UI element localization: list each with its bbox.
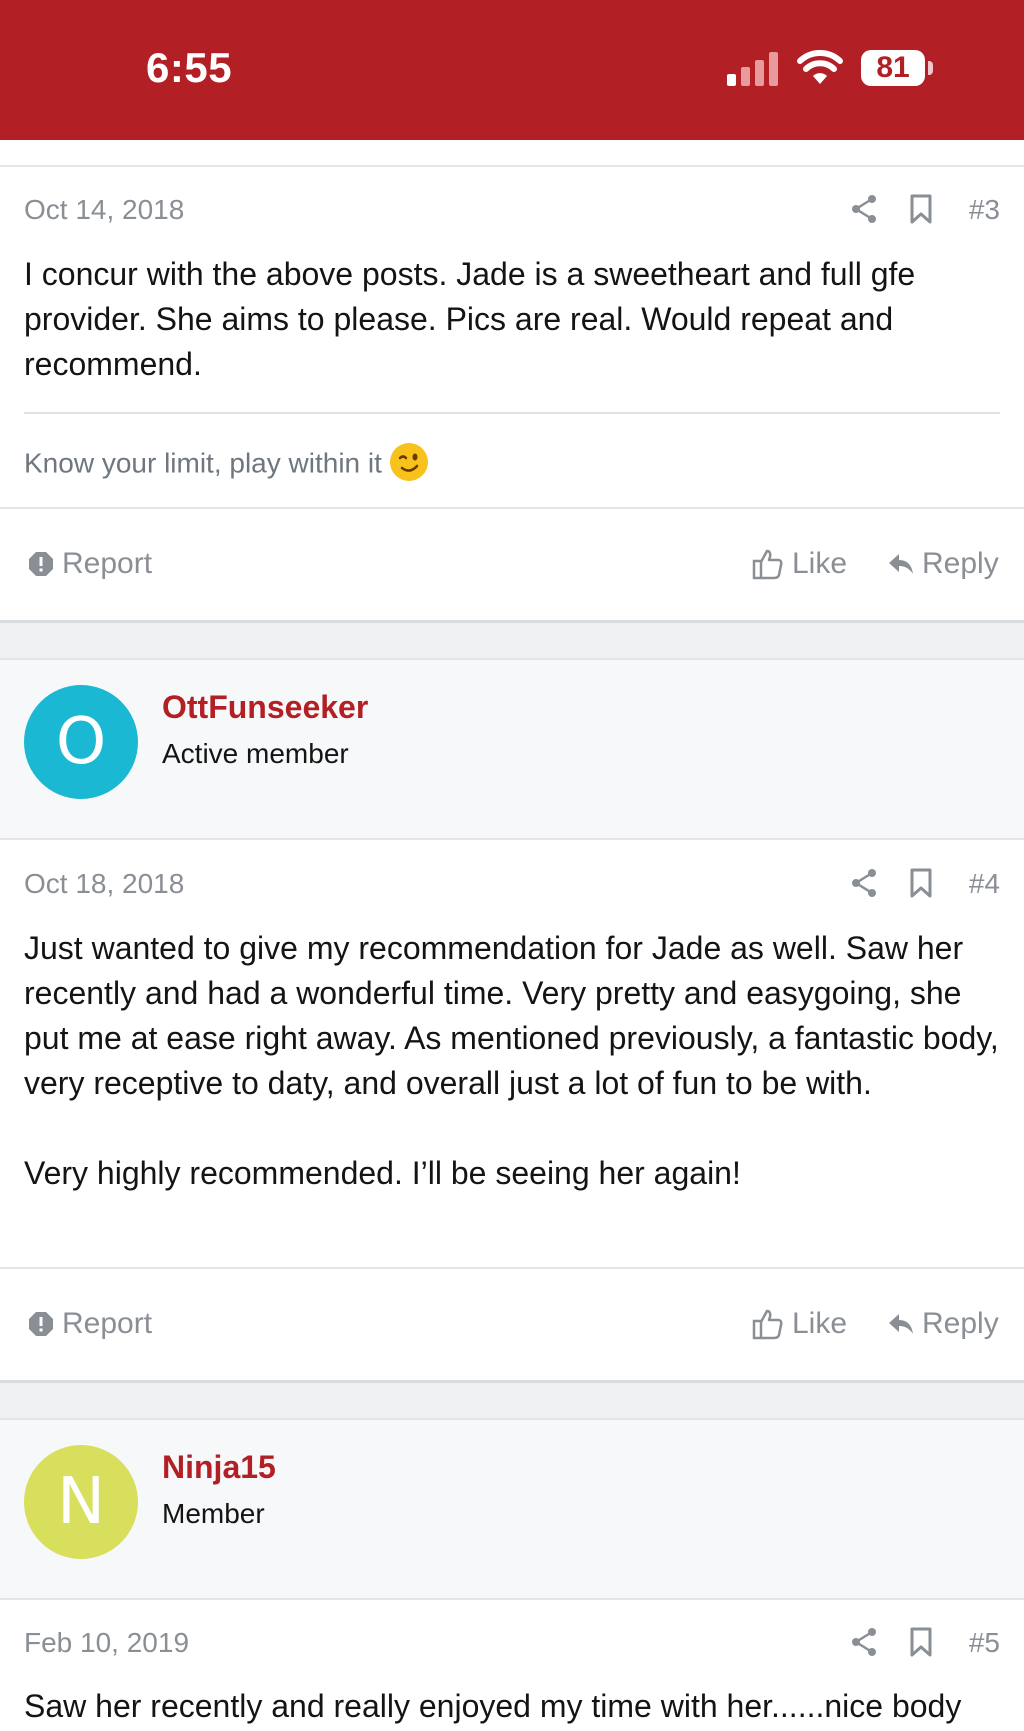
post-number[interactable]: #5 [969, 1627, 1000, 1659]
post-number[interactable]: #4 [969, 868, 1000, 900]
post-meta: Oct 14, 2018 #3 [24, 194, 1000, 234]
post-separator [0, 1380, 1024, 1418]
bookmark-icon[interactable] [909, 194, 933, 224]
avatar[interactable]: N [24, 1445, 138, 1559]
post-actions: Report Like Reply [0, 534, 1024, 594]
like-label: Like [792, 547, 848, 580]
divider [0, 165, 1024, 167]
like-label: Like [792, 1307, 848, 1340]
post-author-header: N Ninja15 Member [0, 1418, 1024, 1600]
bookmark-icon[interactable] [909, 1627, 933, 1657]
thumbs-up-icon [752, 549, 783, 580]
post-paragraph: I concur with the above posts. Jade is a… [24, 256, 916, 382]
share-icon[interactable] [850, 1627, 878, 1657]
report-icon [29, 1312, 53, 1336]
thumbs-up-icon [752, 1309, 783, 1340]
reply-icon [889, 554, 913, 574]
report-label: Report [62, 547, 153, 580]
username[interactable]: Ninja15 [162, 1449, 276, 1486]
share-icon[interactable] [850, 194, 878, 224]
report-icon [29, 552, 53, 576]
post-actions: Report Like Reply [0, 1294, 1024, 1354]
signature-text: Know your limit, play within it [24, 447, 382, 479]
status-time: 6:55 [146, 44, 233, 91]
post-body: I concur with the above posts. Jade is a… [24, 252, 1000, 387]
avatar[interactable]: O [24, 685, 138, 799]
post-separator [0, 620, 1024, 658]
post-author-header: O OttFunseeker Active member [0, 658, 1024, 840]
wifi-icon [797, 50, 843, 84]
report-button[interactable]: Report [28, 1294, 152, 1354]
battery-indicator: 81 [861, 50, 933, 86]
post-body: Just wanted to give my recommendation fo… [24, 926, 1000, 1196]
post-paragraph: Saw her recently and really enjoyed my t… [24, 1688, 962, 1724]
reply-button[interactable]: Reply [888, 534, 999, 594]
signature-divider [24, 412, 1000, 414]
user-title: Member [162, 1498, 265, 1529]
post-number[interactable]: #3 [969, 194, 1000, 226]
reply-label: Reply [922, 547, 999, 580]
reply-button[interactable]: Reply [888, 1294, 999, 1354]
divider [0, 507, 1024, 509]
username[interactable]: OttFunseeker [162, 689, 368, 726]
share-icon[interactable] [850, 868, 878, 898]
divider [0, 1267, 1024, 1269]
post-body: Saw her recently and really enjoyed my t… [24, 1684, 1000, 1729]
status-bar: 6:55 81 [0, 0, 1024, 140]
report-button[interactable]: Report [28, 534, 152, 594]
battery-nub [928, 61, 933, 75]
user-title: Active member [162, 738, 349, 769]
post-meta: Oct 18, 2018 #4 [24, 868, 1000, 908]
post-meta: Feb 10, 2019 #5 [24, 1627, 1000, 1667]
cellular-signal-icon [727, 52, 778, 86]
battery-level: 81 [861, 50, 925, 86]
signature: Know your limit, play within it [24, 443, 428, 484]
like-button[interactable]: Like [752, 534, 847, 594]
post-date[interactable]: Oct 18, 2018 [24, 868, 184, 900]
winking-face-icon [389, 443, 428, 481]
post-paragraph: Just wanted to give my recommendation fo… [24, 930, 999, 1101]
reply-label: Reply [922, 1307, 999, 1340]
bookmark-icon[interactable] [909, 868, 933, 898]
post-date[interactable]: Oct 14, 2018 [24, 194, 184, 226]
report-label: Report [62, 1307, 153, 1340]
post-paragraph: Very highly recommended. I’ll be seeing … [24, 1155, 741, 1191]
post-date[interactable]: Feb 10, 2019 [24, 1627, 189, 1659]
like-button[interactable]: Like [752, 1294, 847, 1354]
reply-icon [889, 1314, 913, 1334]
